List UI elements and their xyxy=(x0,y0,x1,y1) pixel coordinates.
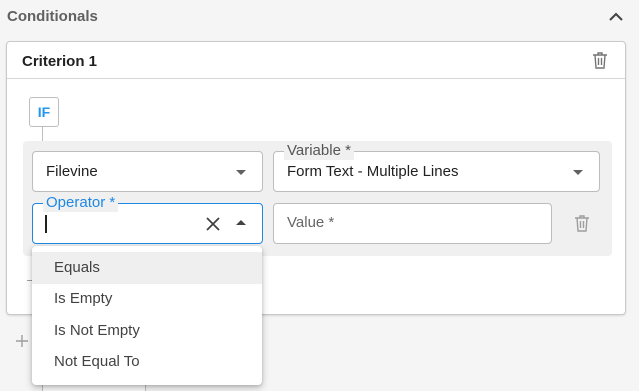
dropdown-arrow-icon[interactable] xyxy=(236,170,246,175)
if-badge: IF xyxy=(29,97,59,127)
value-placeholder: Value * xyxy=(287,214,335,231)
operator-dropdown-menu: Equals Is Empty Is Not Empty Not Equal T… xyxy=(32,246,262,385)
clear-x-icon[interactable] xyxy=(205,216,221,232)
option-is-not-empty[interactable]: Is Not Empty xyxy=(32,315,262,347)
value-input[interactable]: Value * xyxy=(273,203,552,244)
operator-select[interactable]: Operator * xyxy=(32,194,263,244)
dropdown-arrow-up-icon[interactable] xyxy=(236,220,246,225)
operator-label: Operator * xyxy=(43,194,119,212)
criterion-title: Criterion 1 xyxy=(22,53,98,70)
text-caret xyxy=(45,215,47,233)
delete-condition-trash-icon[interactable] xyxy=(572,213,592,233)
if-connector-line xyxy=(42,127,43,141)
variable-select[interactable]: Variable * Form Text - Multiple Lines xyxy=(273,142,600,192)
criterion-header: Criterion 1 xyxy=(7,42,625,79)
chevron-up-icon[interactable] xyxy=(606,7,626,27)
source-value: Filevine xyxy=(46,163,98,180)
option-is-empty[interactable]: Is Empty xyxy=(32,283,262,315)
variable-value: Form Text - Multiple Lines xyxy=(287,163,459,180)
conditionals-header: Conditionals xyxy=(0,0,639,34)
delete-criterion-trash-icon[interactable] xyxy=(590,50,610,70)
source-select[interactable]: Filevine xyxy=(32,151,263,192)
variable-label: Variable * xyxy=(284,142,354,160)
option-not-equal-to[interactable]: Not Equal To xyxy=(32,346,262,378)
option-equals[interactable]: Equals xyxy=(32,252,262,284)
plus-icon[interactable] xyxy=(13,332,31,350)
section-title: Conditionals xyxy=(7,8,98,25)
bottom-tab-edge xyxy=(42,384,146,391)
dropdown-arrow-icon[interactable] xyxy=(573,170,583,175)
